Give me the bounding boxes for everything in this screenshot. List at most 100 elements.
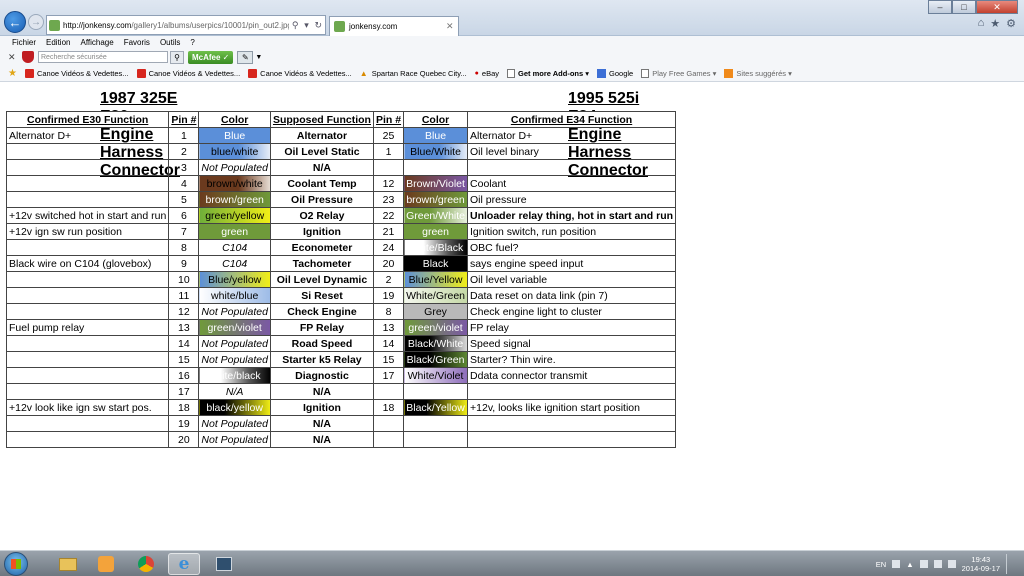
chevron-down-icon[interactable]: ▼	[255, 54, 262, 61]
table-row: 3 Not Populated N/A	[5, 159, 677, 176]
back-button[interactable]: ←	[4, 11, 26, 33]
cell-e34-function: says engine speed input	[467, 255, 677, 272]
close-window-button[interactable]: ✕	[976, 0, 1018, 14]
url-text[interactable]: http://jonkensy.com/gallery1/albums/user…	[63, 21, 289, 30]
table-row: 17 N/A N/A	[5, 383, 677, 400]
cell-e34-function: Starter? Thin wire.	[467, 351, 677, 368]
favorite-link[interactable]: ● eBay	[475, 69, 499, 78]
cell-color: brown/white	[198, 175, 271, 192]
favorite-link[interactable]: ▲ Spartan Race Quebec City...	[360, 69, 467, 78]
address-bar[interactable]: http://jonkensy.com/gallery1/albums/user…	[46, 15, 326, 35]
cell-e34-function: +12v, looks like ignition start position	[467, 399, 677, 416]
cell-pin: 5	[168, 191, 200, 208]
tab-close-icon[interactable]: ✕	[446, 21, 458, 32]
cell-supposed-function: Ignition	[269, 223, 374, 240]
toolbar-close-icon[interactable]: ✕	[8, 52, 18, 63]
cell-e30-function	[5, 271, 170, 288]
cell-supposed-function: Ignition	[269, 399, 374, 416]
cell-e30-function	[5, 287, 170, 304]
cell-color-e34: Blue/White	[403, 143, 469, 160]
search-icon[interactable]: ⚲	[292, 20, 299, 31]
favorite-link[interactable]: Canoe Vidéos & Vedettes...	[24, 68, 129, 78]
internet-explorer-icon: e	[178, 554, 190, 574]
cell-color: Not Populated	[198, 431, 271, 448]
gear-icon[interactable]: ⚙	[1006, 17, 1016, 30]
cell-supposed-function: Oil Pressure	[269, 191, 374, 208]
menu-item-edit[interactable]: Edition	[46, 38, 70, 47]
keyboard-icon[interactable]	[892, 560, 901, 568]
menu-item-view[interactable]: Affichage	[80, 38, 113, 47]
start-button[interactable]	[4, 552, 28, 576]
taskbar-media[interactable]	[90, 553, 122, 575]
cell-supposed-function: Diagnostic	[269, 367, 374, 384]
refresh-icon[interactable]: ↻	[315, 20, 323, 31]
secure-search-input[interactable]: Recherche sécurisée	[38, 51, 168, 63]
taskbar-explorer[interactable]	[52, 553, 84, 575]
address-controls[interactable]: ⚲ ▾ ↻	[289, 20, 325, 31]
cell-e34-function	[467, 431, 677, 448]
clock[interactable]: 19:43 2014-09-17	[962, 555, 1000, 573]
menu-bar: Fichier Edition Affichage Favoris Outils…	[0, 36, 1024, 49]
security-icon[interactable]	[919, 560, 928, 568]
cell-color-e34: Black	[403, 255, 469, 272]
cell-supposed-function: Alternator	[269, 127, 374, 144]
table-row: Alternator D+ 1 Blue Alternator 25 Blue Altern…	[5, 127, 677, 144]
cell-color: white/black	[198, 367, 271, 384]
taskbar-ie[interactable]: e	[168, 553, 200, 575]
cell-color: Not Populated	[198, 159, 271, 176]
favorite-link[interactable]: Canoe Vidéos & Vedettes...	[136, 68, 240, 78]
cell-color-e34: Green/White	[403, 207, 469, 224]
home-icon[interactable]: ⌂	[978, 17, 985, 30]
favorite-link[interactable]: Sites suggérés ▾	[724, 68, 792, 78]
taskbar-chrome[interactable]	[130, 553, 162, 575]
cell-supposed-function: Check Engine	[269, 303, 374, 320]
canoe-icon	[24, 68, 34, 78]
cell-e34-function: Data reset on data link (pin 7)	[467, 287, 677, 304]
menu-item-file[interactable]: Fichier	[12, 38, 36, 47]
mcafee-button[interactable]: McAfee ✓	[188, 50, 234, 64]
cell-pin-e34: 14	[372, 335, 405, 352]
search-button[interactable]: ⚲	[170, 50, 184, 64]
network-icon[interactable]	[933, 560, 942, 568]
cell-pin-e34: 1	[372, 143, 405, 160]
cell-pin-e34: 12	[372, 175, 405, 192]
table-row: 16 white/black Diagnostic 17 White/Violet Dda…	[5, 367, 677, 384]
volume-icon[interactable]	[947, 560, 956, 568]
favorite-link[interactable]: Canoe Vidéos & Vedettes...	[248, 68, 352, 78]
clock-date: 2014-09-17	[961, 564, 1000, 573]
cell-supposed-function: Oil Level Dynamic	[269, 271, 374, 288]
cell-supposed-function: N/A	[269, 159, 374, 176]
favorites-star-icon[interactable]: ★	[990, 17, 1000, 30]
mcafee-label: McAfee	[192, 52, 221, 62]
language-indicator[interactable]: EN	[876, 560, 886, 569]
tab-active[interactable]: jonkensy.com ✕	[329, 16, 459, 36]
table-row: +12v look like ign sw start pos. 18 black/…	[5, 399, 677, 416]
forward-button[interactable]: →	[28, 14, 44, 30]
table-row: 10 Blue/yellow Oil Level Dynamic 2 Blue/Yell…	[5, 271, 677, 288]
tray-expand-icon[interactable]: ▲	[906, 560, 913, 569]
cell-color-e34: White/Violet	[403, 367, 469, 384]
page-content: 1987 325E E30 Engine Harness Connector 1…	[0, 83, 1024, 550]
mcafee-check-icon[interactable]: ✎	[237, 50, 254, 64]
maximize-button[interactable]: □	[952, 0, 976, 14]
favorites-star-icon[interactable]: ★	[8, 68, 17, 79]
menu-item-help[interactable]: ?	[190, 38, 194, 47]
folder-icon	[59, 557, 77, 571]
favorite-link[interactable]: Play Free Games ▾	[641, 68, 716, 78]
taskbar-vm[interactable]	[208, 553, 240, 575]
cell-pin: 15	[168, 351, 200, 368]
menu-item-tools[interactable]: Outils	[160, 38, 180, 47]
cell-pin: 20	[168, 431, 200, 448]
cell-e34-function: Coolant	[467, 175, 677, 192]
show-desktop-button[interactable]	[1006, 554, 1016, 574]
favorite-link[interactable]: Get more Add-ons ▾	[507, 68, 589, 78]
table-row: Fuel pump relay 13 green/violet FP Relay 13 g…	[5, 319, 677, 336]
cell-e34-function: Check engine light to cluster	[467, 303, 677, 320]
dropdown-icon[interactable]: ▾	[304, 20, 309, 31]
favorite-link[interactable]: Google	[597, 68, 633, 78]
minimize-button[interactable]: –	[928, 0, 952, 14]
header-pin-e34: Pin #	[372, 111, 405, 128]
cell-pin: 1	[168, 127, 200, 144]
menu-item-favorites[interactable]: Favoris	[124, 38, 150, 47]
cell-pin: 8	[168, 239, 200, 256]
